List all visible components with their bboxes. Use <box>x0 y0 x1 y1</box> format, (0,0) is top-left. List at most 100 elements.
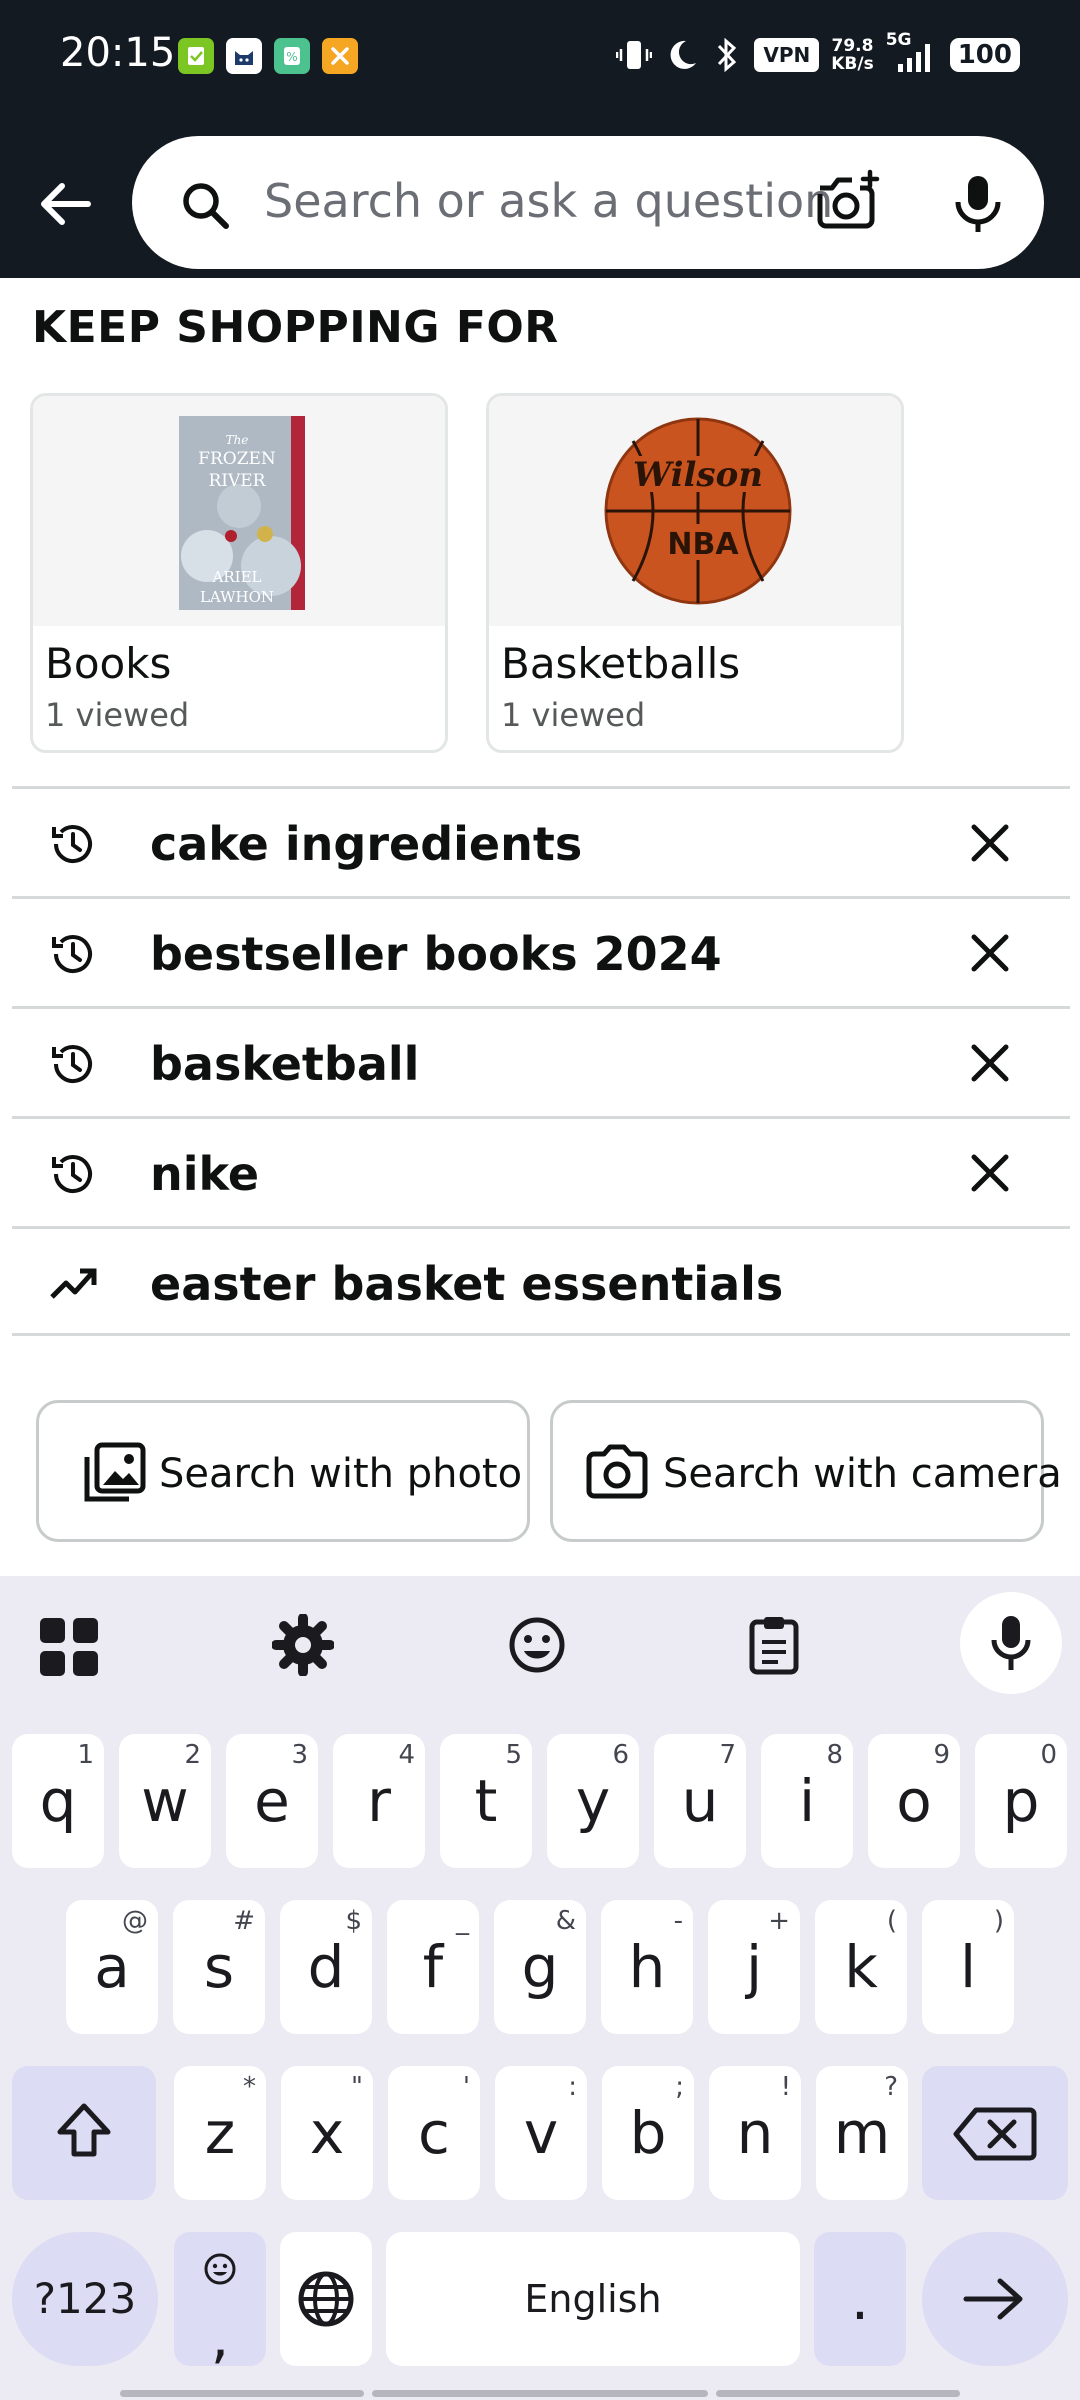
key-alt-symbol: 1 <box>77 1740 94 1770</box>
search-with-camera-label: Search with camera <box>663 1451 1062 1497</box>
key-f[interactable]: f _ <box>387 1900 479 2034</box>
book-author-line-1: ARIEL <box>212 568 262 586</box>
backspace-key[interactable] <box>922 2066 1068 2200</box>
key-y[interactable]: y6 <box>547 1734 639 1868</box>
key-p[interactable]: p0 <box>975 1734 1067 1868</box>
key-a[interactable]: a @ <box>66 1900 158 2034</box>
keep-shopping-card-basketballs[interactable]: Wilson NBA Basketballs 1 viewed <box>486 393 904 753</box>
key-alt-symbol: 3 <box>291 1740 308 1770</box>
bluetooth-icon <box>718 37 737 73</box>
keep-shopping-card-books[interactable]: The FROZEN RIVER ARIEL LAWHON Books 1 vi… <box>30 393 448 753</box>
top-bar: 20:15 % VPN 79.8 KB/s 5G 100 Search or a… <box>0 0 1080 278</box>
key-letter: j <box>745 1933 763 2001</box>
keyboard-settings-gear-icon[interactable] <box>272 1614 334 1676</box>
key-u[interactable]: u7 <box>654 1734 746 1868</box>
search-input[interactable]: Search or ask a question <box>132 136 1044 269</box>
back-button[interactable] <box>34 172 98 236</box>
key-letter: z <box>204 2099 236 2167</box>
key-letter: y <box>575 1767 611 1835</box>
percent-app-icon: % <box>274 38 310 74</box>
remove-close-icon[interactable] <box>968 821 1012 865</box>
keyboard-voice-button[interactable] <box>960 1592 1062 1694</box>
key-v[interactable]: v: <box>495 2066 587 2200</box>
shift-key[interactable] <box>12 2066 156 2200</box>
key-letter: w <box>141 1767 189 1835</box>
language-switch-key[interactable] <box>280 2232 372 2366</box>
key-s[interactable]: s # <box>173 1900 265 2034</box>
backspace-icon <box>953 2107 1037 2161</box>
key-n[interactable]: n! <box>709 2066 801 2200</box>
remove-close-icon[interactable] <box>968 931 1012 975</box>
key-alt-symbol: 5 <box>505 1740 522 1770</box>
key-letter: b <box>629 2099 667 2167</box>
key-alt-symbol: 6 <box>612 1740 629 1770</box>
shift-arrow-icon <box>57 2103 111 2157</box>
key-letter: r <box>367 1767 391 1835</box>
key-x[interactable]: x " <box>281 2066 373 2200</box>
suggestion-item[interactable]: bestseller books 2024 <box>12 896 1070 1006</box>
key-letter: l <box>959 1933 977 2001</box>
key-i[interactable]: i8 <box>761 1734 853 1868</box>
key-b[interactable]: b; <box>602 2066 694 2200</box>
remove-close-icon[interactable] <box>968 1151 1012 1195</box>
key-alt-symbol: * <box>243 2072 256 2102</box>
key-alt-symbol: : <box>568 2072 577 2102</box>
space-bar[interactable]: English <box>386 2232 800 2366</box>
key-alt-symbol: 0 <box>1040 1740 1057 1770</box>
key-z[interactable]: z * <box>174 2066 266 2200</box>
on-screen-keyboard: q1w2e3r4t5y6u7i8o9p0 a @ s # d $ f _ g & h - j + k(l) … <box>0 1576 1080 2400</box>
key-r[interactable]: r4 <box>333 1734 425 1868</box>
suggestion-item[interactable]: cake ingredients <box>12 786 1070 896</box>
key-w[interactable]: w2 <box>119 1734 211 1868</box>
amazon-search-screen: 20:15 % VPN 79.8 KB/s 5G 100 Search or a… <box>0 0 1080 2400</box>
key-m[interactable]: m? <box>816 2066 908 2200</box>
tools-app-icon <box>322 38 358 74</box>
symbols-key[interactable]: ?123 <box>12 2232 158 2366</box>
key-letter: g <box>521 1933 559 2001</box>
search-with-photo-button[interactable]: Search with photo <box>36 1400 530 1542</box>
key-alt-symbol: 2 <box>184 1740 201 1770</box>
card-title: Books <box>45 639 172 688</box>
key-g[interactable]: g & <box>494 1900 586 2034</box>
key-letter: o <box>896 1767 932 1835</box>
key-alt-symbol: ( <box>886 1906 897 1936</box>
key-o[interactable]: o9 <box>868 1734 960 1868</box>
suggestion-item[interactable]: basketball <box>12 1006 1070 1116</box>
key-c[interactable]: c ' <box>388 2066 480 2200</box>
key-alt-symbol: " <box>351 2072 363 2102</box>
key-letter: c <box>418 2099 450 2167</box>
suggestion-item[interactable]: nike <box>12 1116 1070 1226</box>
key-h[interactable]: h- <box>601 1900 693 2034</box>
keyboard-clipboard-icon[interactable] <box>744 1614 804 1676</box>
key-letter: h <box>628 1933 666 2001</box>
key-l[interactable]: l) <box>922 1900 1014 2034</box>
key-letter: e <box>254 1767 290 1835</box>
keyboard-emoji-icon[interactable] <box>506 1614 568 1676</box>
key-alt-symbol: $ <box>345 1906 362 1936</box>
key-alt-symbol: ! <box>780 2072 791 2102</box>
key-letter: p <box>1002 1767 1040 1835</box>
key-letter: s <box>203 1933 235 2001</box>
camera-search-icon[interactable] <box>812 168 882 234</box>
key-k[interactable]: k( <box>815 1900 907 2034</box>
search-with-camera-button[interactable]: Search with camera <box>550 1400 1062 1542</box>
key-t[interactable]: t5 <box>440 1734 532 1868</box>
network-speed: 79.8 KB/s <box>831 37 873 73</box>
keyboard-apps-grid-icon[interactable] <box>38 1616 100 1678</box>
suggestion-item[interactable]: easter basket essentials <box>12 1226 1070 1336</box>
search-suggestions: cake ingredients bestseller books 2024 b… <box>12 786 1070 1336</box>
arrow-right-icon <box>963 2278 1023 2320</box>
key-j[interactable]: j + <box>708 1900 800 2034</box>
suggestion-text: bestseller books 2024 <box>150 927 722 981</box>
key-e[interactable]: e3 <box>226 1734 318 1868</box>
key-letter: n <box>736 2099 774 2167</box>
microphone-icon[interactable] <box>950 172 1006 236</box>
history-icon <box>52 1045 92 1084</box>
remove-close-icon[interactable] <box>968 1041 1012 1085</box>
key-d[interactable]: d $ <box>280 1900 372 2034</box>
period-key[interactable]: . <box>814 2232 906 2366</box>
emoji-comma-key[interactable]: , <box>174 2232 266 2371</box>
key-q[interactable]: q1 <box>12 1734 104 1868</box>
enter-go-key[interactable] <box>922 2232 1068 2366</box>
signal-5g-icon: 5G <box>886 30 938 76</box>
